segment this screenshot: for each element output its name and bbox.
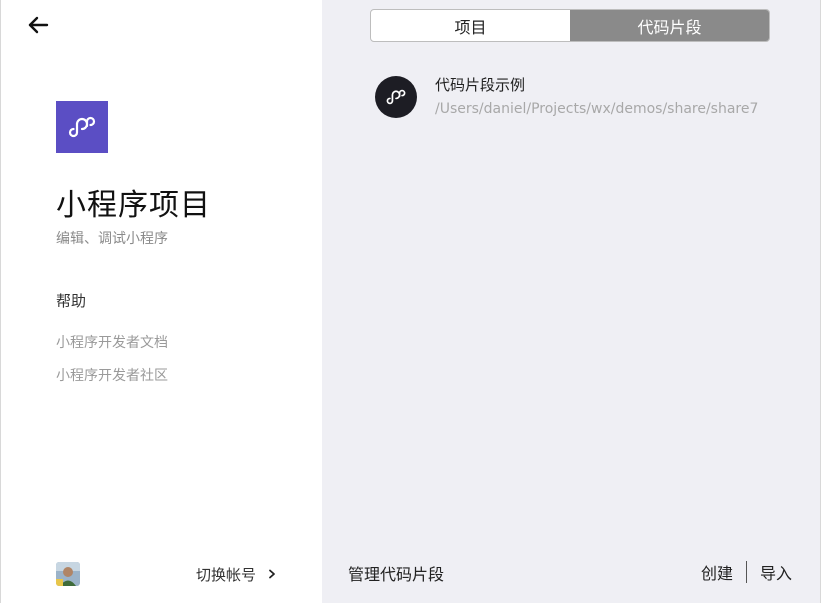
arrow-left-icon [28,16,49,34]
help-link-developer-community[interactable]: 小程序开发者社区 [56,365,168,385]
page-title: 小程序项目 [56,188,211,223]
back-button[interactable] [27,14,49,36]
bottom-bar: 管理代码片段 创建 导入 [322,558,820,588]
miniprogram-logo [56,101,108,153]
snippet-name: 代码片段示例 [435,75,526,94]
import-button[interactable]: 导入 [760,560,792,584]
avatar [56,562,80,586]
divider [745,561,747,583]
create-button[interactable]: 创建 [701,560,733,584]
account-row: 切换帐号 [56,562,276,586]
list-item[interactable]: 代码片段示例 /Users/daniel/Projects/wx/demos/s… [375,75,775,119]
tab-projects[interactable]: 项目 [371,10,570,41]
snippet-text: 代码片段示例 /Users/daniel/Projects/wx/demos/s… [435,75,758,120]
switch-account-label: 切换帐号 [195,565,256,584]
switch-account-button[interactable]: 切换帐号 [196,564,276,585]
miniprogram-logo-icon [386,89,406,105]
right-panel: 项目 代码片段 代码片段示例 /Users/daniel/Projects/wx… [322,0,820,603]
help-link-developer-docs[interactable]: 小程序开发者文档 [56,332,168,352]
left-panel: 小程序项目 编辑、调试小程序 帮助 小程序开发者文档 小程序开发者社区 切换帐号 [1,0,322,603]
manage-snippets-label: 管理代码片段 [348,565,445,584]
help-heading: 帮助 [56,292,87,310]
tab-code-snippets[interactable]: 代码片段 [570,10,769,41]
page-subtitle: 编辑、调试小程序 [56,231,168,247]
snippet-icon [375,76,417,118]
app-window: 小程序项目 编辑、调试小程序 帮助 小程序开发者文档 小程序开发者社区 切换帐号 [0,0,821,603]
snippet-path: /Users/daniel/Projects/wx/demos/share/sh… [435,100,759,117]
chevron-right-icon [268,565,276,583]
segmented-control: 项目 代码片段 [370,9,770,42]
bottom-actions: 创建 导入 [701,560,792,584]
miniprogram-logo-icon [68,116,96,138]
